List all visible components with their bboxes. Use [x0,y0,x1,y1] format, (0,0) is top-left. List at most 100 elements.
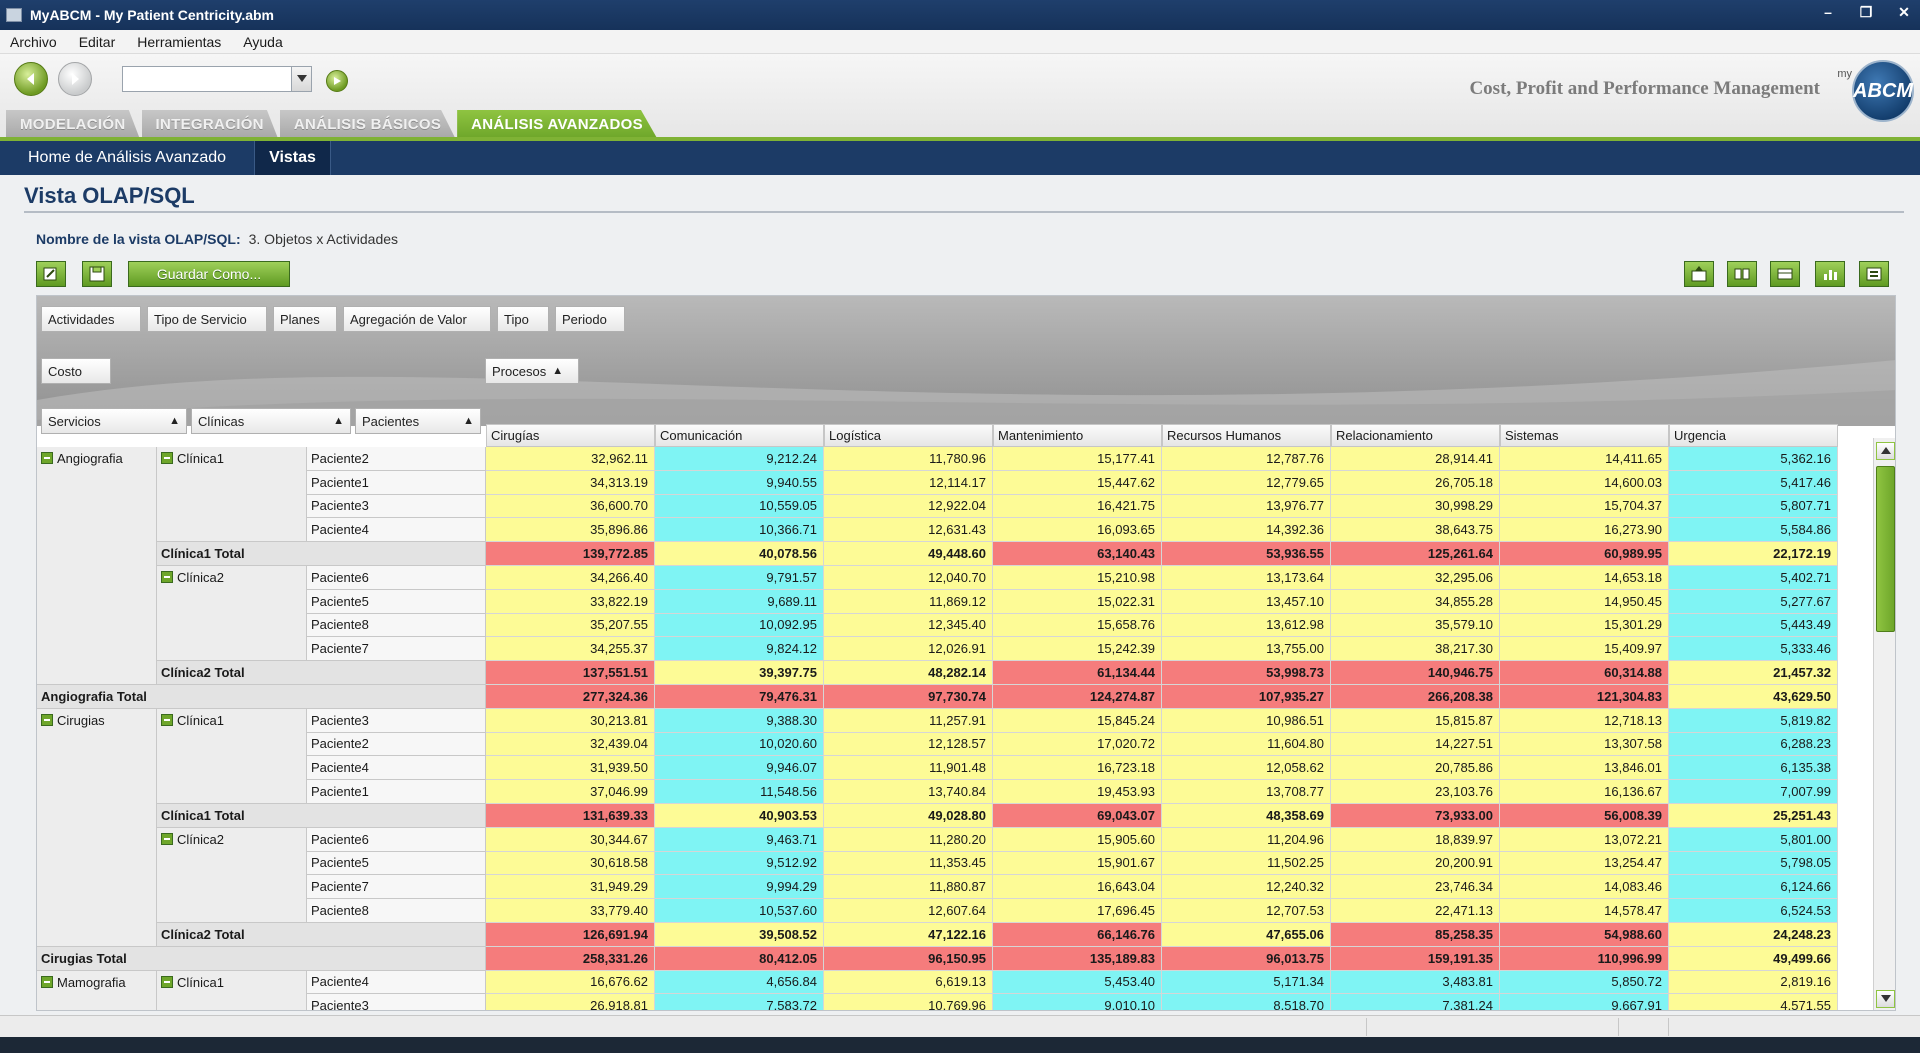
data-cell[interactable]: 10,537.60 [655,899,824,923]
collapse-icon[interactable] [41,975,53,988]
total-cell[interactable]: 48,282.14 [824,661,993,685]
data-cell[interactable]: 15,815.87 [1331,708,1500,733]
servicio-group[interactable]: Mamografia [37,970,157,1010]
data-cell[interactable]: 12,058.62 [1162,756,1331,781]
data-cell[interactable]: 10,986.51 [1162,708,1331,733]
data-cell[interactable]: 28,914.41 [1331,447,1500,471]
data-cell[interactable]: 13,708.77 [1162,780,1331,804]
data-cell[interactable]: 3,483.81 [1331,970,1500,995]
export-button[interactable] [1684,261,1714,287]
save-as-button[interactable]: Guardar Como... [128,261,290,287]
data-cell[interactable]: 16,093.65 [993,518,1162,543]
data-cell[interactable]: 10,020.60 [655,732,824,757]
data-cell[interactable]: 5,801.00 [1669,827,1838,852]
data-cell[interactable]: 13,755.00 [1162,637,1331,662]
data-cell[interactable]: 5,807.71 [1669,494,1838,519]
data-cell[interactable]: 35,207.55 [486,613,655,638]
data-cell[interactable]: 11,604.80 [1162,732,1331,757]
total-cell[interactable]: 48,358.69 [1162,804,1331,828]
data-cell[interactable]: 32,295.06 [1331,566,1500,590]
row-field-servicios[interactable]: Servicios ▲ [41,408,187,434]
data-cell[interactable]: 22,471.13 [1331,899,1500,923]
total-cell[interactable]: 69,043.07 [993,804,1162,828]
filter-field-periodo[interactable]: Periodo [555,306,625,332]
data-cell[interactable]: 12,240.32 [1162,875,1331,900]
data-cell[interactable]: 9,994.29 [655,875,824,900]
data-cell[interactable]: 9,463.71 [655,827,824,852]
data-cell[interactable]: 6,619.13 [824,970,993,995]
column-header[interactable]: Cirugías [486,424,655,447]
data-cell[interactable]: 14,392.36 [1162,518,1331,543]
menu-editar[interactable]: Editar [79,34,116,50]
total-cell[interactable]: 49,448.60 [824,542,993,566]
data-cell[interactable]: 16,273.90 [1500,518,1669,543]
data-cell[interactable]: 17,020.72 [993,732,1162,757]
data-cell[interactable]: 9,512.92 [655,851,824,876]
data-cell[interactable]: 12,026.91 [824,637,993,662]
data-cell[interactable]: 35,896.86 [486,518,655,543]
menu-archivo[interactable]: Archivo [10,34,57,50]
data-cell[interactable]: 5,584.86 [1669,518,1838,543]
total-cell[interactable]: 40,903.53 [655,804,824,828]
tab-analisis-basicos[interactable]: ANÁLISIS BÁSICOS [279,110,456,138]
tab-integracion[interactable]: INTEGRACIÓN [141,110,278,138]
total-cell[interactable]: 24,248.23 [1669,923,1838,947]
address-combo[interactable] [122,66,312,92]
data-cell[interactable]: 5,171.34 [1162,970,1331,995]
data-cell[interactable]: 26,918.81 [486,994,655,1010]
data-cell[interactable]: 2,819.16 [1669,970,1838,995]
data-cell[interactable]: 14,083.46 [1500,875,1669,900]
total-cell[interactable]: 96,013.75 [1162,946,1331,971]
filter-field-actividades[interactable]: Actividades [41,306,141,332]
column-header[interactable]: Relacionamiento [1331,424,1500,447]
data-cell[interactable]: 13,173.64 [1162,566,1331,590]
data-cell[interactable]: 26,705.18 [1331,470,1500,495]
data-cell[interactable]: 15,242.39 [993,637,1162,662]
scroll-thumb[interactable] [1876,466,1895,632]
data-cell[interactable]: 12,787.76 [1162,447,1331,471]
total-cell[interactable]: 97,730.74 [824,685,993,709]
data-cell[interactable]: 16,723.18 [993,756,1162,781]
total-cell[interactable]: 135,189.83 [993,946,1162,971]
data-cell[interactable]: 30,213.81 [486,708,655,733]
total-cell[interactable]: 107,935.27 [1162,685,1331,709]
column-header[interactable]: Comunicación [655,424,824,447]
data-cell[interactable]: 5,362.16 [1669,447,1838,471]
data-cell[interactable]: 37,046.99 [486,780,655,804]
data-cell[interactable]: 7,007.99 [1669,780,1838,804]
column-header[interactable]: Logística [824,424,993,447]
data-cell[interactable]: 11,869.12 [824,589,993,614]
total-cell[interactable]: 39,508.52 [655,923,824,947]
total-cell[interactable]: 277,324.36 [486,685,655,709]
data-cell[interactable]: 5,850.72 [1500,970,1669,995]
data-cell[interactable]: 14,578.47 [1500,899,1669,923]
data-cell[interactable]: 14,950.45 [1500,589,1669,614]
data-cell[interactable]: 18,839.97 [1331,827,1500,852]
total-cell[interactable]: 60,314.88 [1500,661,1669,685]
data-cell[interactable]: 9,824.12 [655,637,824,662]
total-cell[interactable]: 54,988.60 [1500,923,1669,947]
data-cell[interactable]: 12,345.40 [824,613,993,638]
data-cell[interactable]: 12,631.43 [824,518,993,543]
total-cell[interactable]: 96,150.95 [824,946,993,971]
data-cell[interactable]: 9,946.07 [655,756,824,781]
data-cell[interactable]: 5,819.82 [1669,708,1838,733]
data-cell[interactable]: 33,822.19 [486,589,655,614]
data-cell[interactable]: 15,177.41 [993,447,1162,471]
data-cell[interactable]: 11,257.91 [824,708,993,733]
row-field-pacientes[interactable]: Pacientes ▲ [355,408,481,434]
data-cell[interactable]: 20,785.86 [1331,756,1500,781]
go-button[interactable] [326,70,348,92]
data-cell[interactable]: 13,072.21 [1500,827,1669,852]
forward-button[interactable] [58,62,92,96]
back-button[interactable] [14,62,48,96]
total-cell[interactable]: 22,172.19 [1669,542,1838,566]
data-cell[interactable]: 10,769.96 [824,994,993,1010]
total-cell[interactable]: 21,457.32 [1669,661,1838,685]
data-field-costo[interactable]: Costo [41,358,111,384]
data-cell[interactable]: 9,667.91 [1500,994,1669,1010]
data-cell[interactable]: 11,901.48 [824,756,993,781]
data-cell[interactable]: 7,583.72 [655,994,824,1010]
total-cell[interactable]: 61,134.44 [993,661,1162,685]
data-cell[interactable]: 6,124.66 [1669,875,1838,900]
